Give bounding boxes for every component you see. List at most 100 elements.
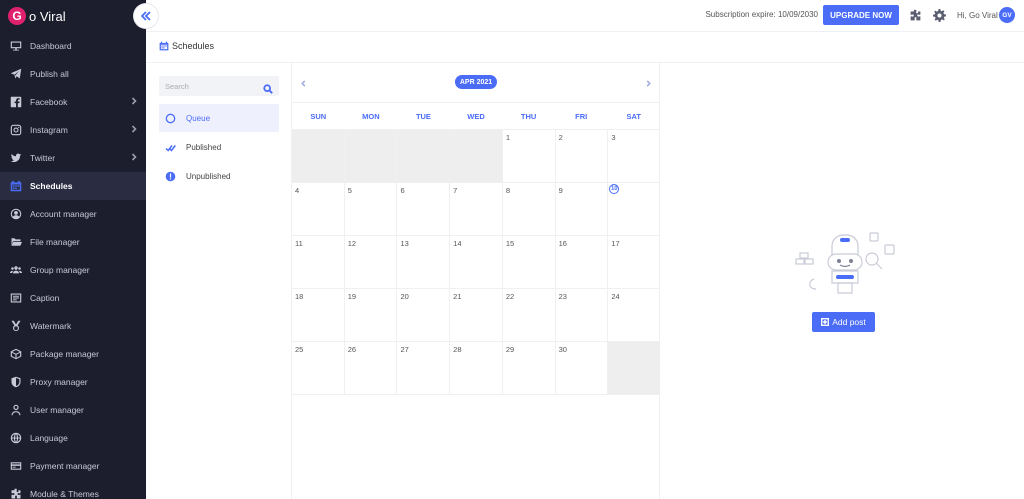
calendar-day-15[interactable]: 15 [503, 236, 556, 288]
chevron-right-icon [130, 125, 138, 135]
gear-icon[interactable] [933, 9, 946, 22]
filter-published[interactable]: Published [159, 133, 279, 161]
calendar: APR 2021 SUN MON TUE WED THU FRI SAT 123456789… [292, 63, 661, 499]
calendar-day-22[interactable]: 22 [503, 289, 556, 341]
folder-open-icon [9, 235, 23, 249]
calendar-day-24[interactable]: 24 [608, 289, 660, 341]
page-title-text: Schedules [172, 41, 215, 51]
day-number: 25 [295, 345, 304, 354]
calendar-day-28[interactable]: 28 [450, 342, 503, 394]
calendar-day-25[interactable]: 25 [292, 342, 345, 394]
calendar-day-5[interactable]: 5 [345, 183, 398, 235]
calendar-day-6[interactable]: 6 [397, 183, 451, 235]
calendar-day-7[interactable]: 7 [450, 183, 503, 235]
add-post-button[interactable]: Add post [812, 312, 875, 332]
upgrade-now-button[interactable]: UPGRADE NOW [823, 5, 899, 25]
search-icon[interactable] [263, 81, 273, 94]
day-number: 26 [347, 345, 357, 354]
calendar-day-10[interactable]: 10 [608, 183, 660, 235]
sidebar-item-label: Dashboard [30, 41, 72, 51]
sidebar-item-publish-all[interactable]: Publish all [0, 60, 146, 88]
calendar-day-11[interactable]: 11 [292, 236, 345, 288]
calendar-day-13[interactable]: 13 [397, 236, 451, 288]
search-box [159, 76, 279, 96]
sidebar-item-account-manager[interactable]: Account manager [0, 200, 146, 228]
sidebar-item-language[interactable]: Language [0, 424, 146, 452]
user-greeting: Hi, Go Viral [957, 11, 998, 20]
sidebar-item-file-manager[interactable]: File manager [0, 228, 146, 256]
sidebar-item-facebook[interactable]: Facebook [0, 88, 146, 116]
calendar-week: 4 5 6 7 8 9 10 [292, 183, 660, 236]
day-number: 2 [558, 133, 563, 142]
sidebar-item-watermark[interactable]: Watermark [0, 312, 146, 340]
sidebar-item-twitter[interactable]: Twitter [0, 144, 146, 172]
day-number: 15 [505, 239, 515, 248]
chevron-right-icon [646, 79, 651, 87]
sidebar-item-label: File manager [30, 237, 80, 247]
weekday-tue: TUE [415, 111, 431, 121]
calendar-day-12[interactable]: 12 [345, 236, 398, 288]
calendar-day-empty [292, 130, 345, 182]
brand[interactable]: G o Viral [0, 0, 146, 32]
day-number: 28 [453, 345, 462, 354]
top-header: Subscription expire: 10/09/2030 UPGRADE … [146, 0, 1024, 32]
monitor-icon [9, 39, 23, 53]
filter-queue[interactable]: Queue [159, 104, 279, 132]
filter-label: Unpublished [186, 171, 231, 181]
calendar-day-16[interactable]: 16 [556, 236, 609, 288]
day-number: 29 [505, 345, 515, 354]
calendar-grid: SUN MON TUE WED THU FRI SAT 1 2 3 4 5 6 7 8 9 10 11 12 13 1… [292, 102, 661, 395]
next-month-button[interactable] [641, 76, 655, 90]
calendar-day-17[interactable]: 17 [608, 236, 660, 288]
calendar-week: 1 2 3 [292, 130, 660, 183]
calendar-day-30[interactable]: 30 [556, 342, 609, 394]
sidebar-item-proxy-manager[interactable]: Proxy manager [0, 368, 146, 396]
day-number: 16 [558, 239, 567, 248]
sidebar-item-module-themes[interactable]: Module & Themes [0, 480, 146, 499]
calendar-day-26[interactable]: 26 [345, 342, 398, 394]
calendar-day-9[interactable]: 9 [556, 183, 609, 235]
puzzle-icon[interactable] [909, 9, 922, 22]
brand-name: o Viral [29, 8, 66, 24]
calendar-day-18[interactable]: 18 [292, 289, 345, 341]
prev-month-button[interactable] [296, 76, 310, 90]
calendar-day-14[interactable]: 14 [450, 236, 503, 288]
sidebar-item-schedules[interactable]: Schedules [0, 172, 146, 200]
shield-icon [9, 375, 23, 389]
collapse-sidebar-button[interactable] [134, 4, 158, 28]
filter-unpublished[interactable]: Unpublished [159, 162, 279, 190]
sidebar-item-caption[interactable]: Caption [0, 284, 146, 312]
day-number: 10 [609, 184, 620, 194]
sidebar-item-package-manager[interactable]: Package manager [0, 340, 146, 368]
avatar[interactable]: GV [999, 7, 1015, 23]
calendar-day-8[interactable]: 8 [503, 183, 556, 235]
sidebar-item-label: Caption [30, 293, 60, 303]
circle-outline-icon [165, 113, 176, 124]
weekday-mon: MON [362, 111, 380, 121]
calendar-day-3[interactable]: 3 [608, 130, 660, 182]
current-month[interactable]: APR 2021 [455, 75, 497, 89]
users-icon [9, 263, 23, 277]
calendar-day-21[interactable]: 21 [450, 289, 503, 341]
calendar-day-27[interactable]: 27 [397, 342, 451, 394]
calendar-day-4[interactable]: 4 [292, 183, 345, 235]
sidebar-item-user-manager[interactable]: User manager [0, 396, 146, 424]
sidebar-item-group-manager[interactable]: Group manager [0, 256, 146, 284]
calendar-day-19[interactable]: 19 [345, 289, 398, 341]
calendar-day-1[interactable]: 1 [503, 130, 556, 182]
sidebar-item-payment-manager[interactable]: Payment manager [0, 452, 146, 480]
day-number: 27 [400, 345, 409, 354]
sidebar-item-instagram[interactable]: Instagram [0, 116, 146, 144]
sidebar-item-dashboard[interactable]: Dashboard [0, 32, 146, 60]
sidebar-item-label: Module & Themes [30, 489, 99, 499]
day-number: 23 [558, 292, 567, 301]
calendar-day-20[interactable]: 20 [397, 289, 451, 341]
calendar-day-23[interactable]: 23 [556, 289, 609, 341]
weekday-sat: SAT [626, 111, 641, 121]
calendar-day-2[interactable]: 2 [556, 130, 609, 182]
search-input[interactable] [159, 76, 259, 96]
add-post-label: Add post [832, 317, 866, 327]
calendar-week: 11 12 13 14 15 16 17 [292, 236, 660, 289]
calendar-day-29[interactable]: 29 [503, 342, 556, 394]
filter-label: Queue [186, 113, 211, 123]
